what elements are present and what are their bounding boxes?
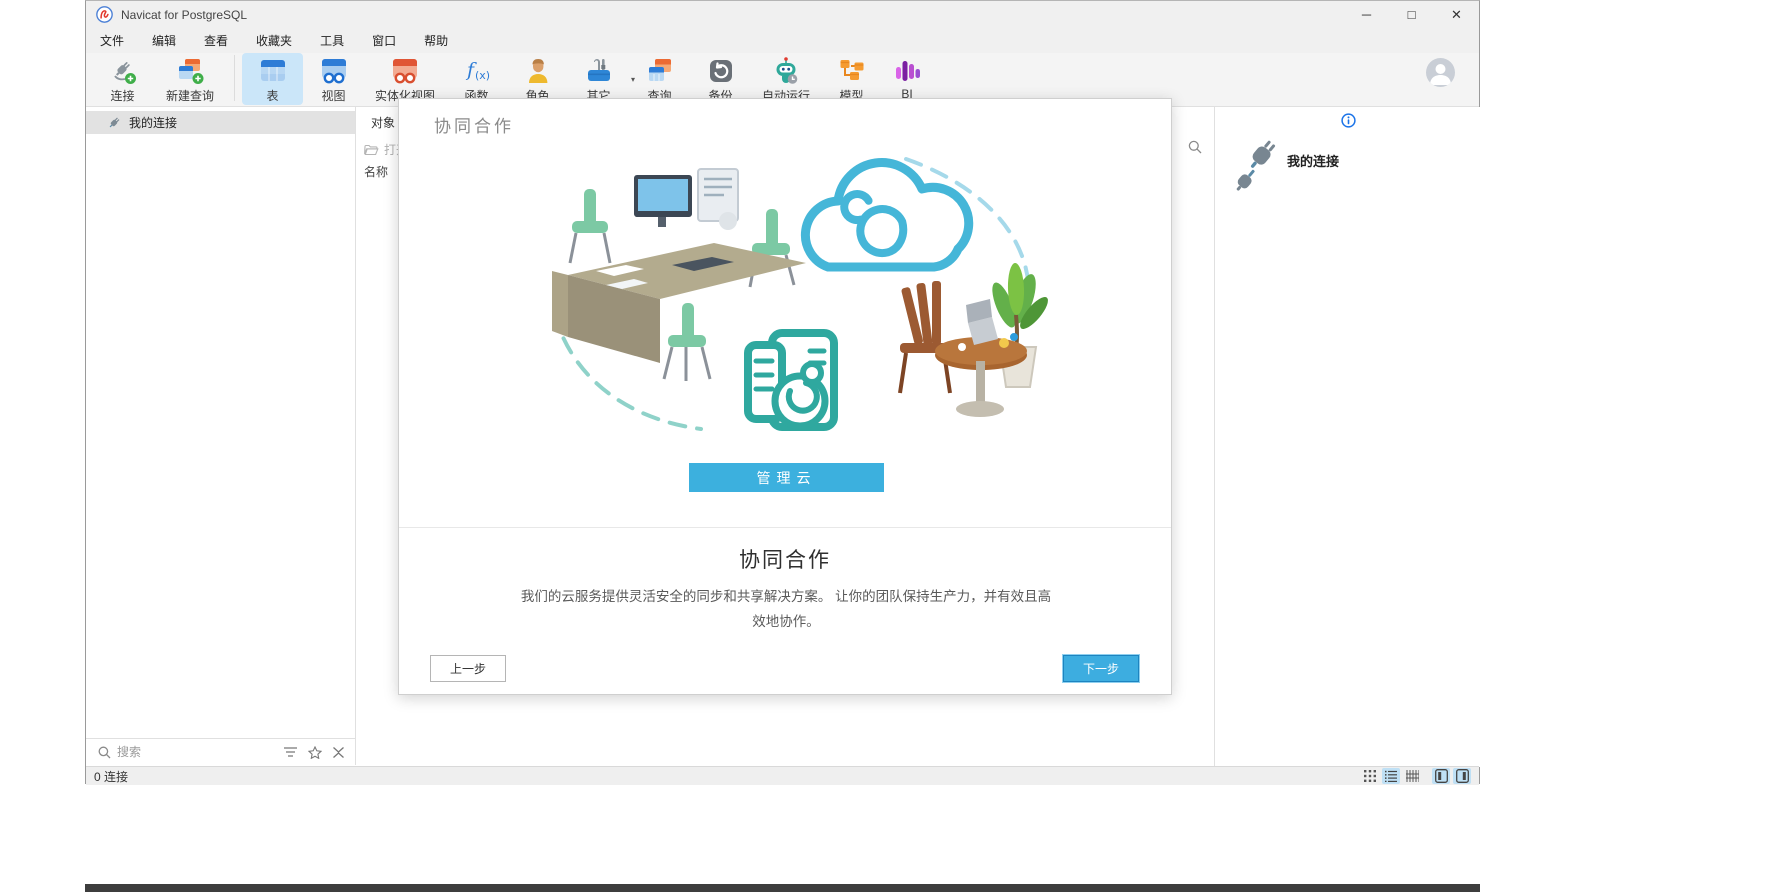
automation-robot-icon [771, 56, 801, 86]
menu-help[interactable]: 帮助 [410, 28, 462, 53]
panel-connection-title: 我的连接 [1287, 151, 1339, 170]
search-input[interactable] [117, 745, 247, 759]
plug-icon [106, 115, 122, 131]
toolbar-table-button[interactable]: 表 [242, 53, 303, 105]
list-view-button[interactable] [1382, 768, 1400, 784]
description-line-1: 我们的云服务提供灵活安全的同步和共享解决方案。 让你的团队保持生产力，并有效且高 [476, 584, 1096, 609]
sidebar-search-bar [86, 738, 356, 765]
info-icon[interactable] [1341, 113, 1356, 128]
toolbar-label: 表 [266, 87, 278, 104]
folder-open-icon [364, 143, 379, 156]
function-icon: f (x) [462, 56, 492, 86]
others-toolbox-icon [584, 56, 614, 86]
info-panel: 我的连接 [1214, 107, 1481, 767]
statusbar: 0 连接 [86, 766, 1479, 785]
collaboration-illustration [476, 147, 1096, 457]
screen: Navicat for PostgreSQL ─ □ ✕ 文件 编辑 查看 收藏… [0, 0, 1784, 892]
svg-text:(x): (x) [475, 69, 490, 82]
taskbar-strip [85, 884, 1480, 892]
menu-favorites[interactable]: 收藏夹 [242, 28, 306, 53]
titlebar: Navicat for PostgreSQL ─ □ ✕ [86, 1, 1479, 28]
dialog-divider [399, 527, 1171, 528]
menu-view[interactable]: 查看 [190, 28, 242, 53]
minimize-button[interactable]: ─ [1344, 1, 1389, 28]
sidebar-item-my-connection[interactable]: 我的连接 [86, 111, 355, 134]
toggle-right-pane-button[interactable] [1453, 768, 1471, 784]
detail-view-button[interactable] [1403, 768, 1421, 784]
manage-cloud-button[interactable]: 管理云 [689, 463, 884, 492]
backup-icon [706, 56, 736, 86]
toolbar-label: 视图 [321, 87, 345, 104]
view-icon [319, 56, 349, 86]
toolbar-connection-button[interactable]: 连接 [92, 53, 153, 105]
toolbar-view-button[interactable]: 视图 [303, 53, 364, 105]
dialog-description: 我们的云服务提供灵活安全的同步和共享解决方案。 让你的团队保持生产力，并有效且高… [476, 584, 1096, 634]
previous-step-button[interactable]: 上一步 [430, 655, 506, 682]
window-title: Navicat for PostgreSQL [121, 8, 247, 22]
query-icon [645, 56, 675, 86]
favorites-star-icon[interactable] [308, 746, 322, 759]
connections-sidebar: 我的连接 [86, 107, 356, 738]
app-window: Navicat for PostgreSQL ─ □ ✕ 文件 编辑 查看 收藏… [85, 0, 1480, 784]
connection-count: 0 连接 [94, 768, 128, 785]
new-query-icon [175, 56, 205, 86]
materialized-view-icon [390, 56, 420, 86]
dialog-heading: 协同合作 [399, 544, 1171, 574]
menu-tools[interactable]: 工具 [306, 28, 358, 53]
icon-view-button[interactable] [1361, 768, 1379, 784]
description-line-2: 效地协作。 [476, 609, 1096, 634]
maximize-button[interactable]: □ [1389, 1, 1434, 28]
menu-window[interactable]: 窗口 [358, 28, 410, 53]
dialog-title: 协同合作 [434, 112, 514, 137]
navicat-logo-icon [96, 6, 113, 23]
pane-search-icon[interactable] [1188, 140, 1202, 154]
menubar: 文件 编辑 查看 收藏夹 工具 窗口 帮助 [86, 28, 1479, 53]
next-step-button[interactable]: 下一步 [1063, 655, 1139, 682]
column-header-name[interactable]: 名称 [364, 163, 388, 180]
plug-new-icon [108, 56, 138, 86]
big-plug-icon [1231, 137, 1281, 193]
model-icon [837, 56, 867, 86]
toolbar-new-query-button[interactable]: 新建查询 [153, 53, 227, 105]
collapse-all-icon[interactable] [332, 746, 345, 759]
menu-file[interactable]: 文件 [86, 28, 138, 53]
menu-edit[interactable]: 编辑 [138, 28, 190, 53]
toolbar-separator [234, 55, 235, 101]
user-avatar[interactable] [1426, 58, 1455, 87]
collaboration-dialog: 协同合作 [398, 98, 1172, 695]
search-icon [98, 746, 111, 759]
close-button[interactable]: ✕ [1434, 1, 1479, 28]
toolbar-label: 连接 [110, 87, 134, 104]
role-icon [523, 56, 553, 86]
toggle-left-pane-button[interactable] [1432, 768, 1450, 784]
toolbar-label: 新建查询 [166, 87, 214, 104]
tab-objects[interactable]: 对象 [371, 114, 395, 131]
table-icon [258, 56, 288, 86]
connection-name: 我的连接 [129, 114, 177, 131]
filter-icon[interactable] [283, 746, 298, 758]
bi-chart-icon [892, 56, 922, 86]
